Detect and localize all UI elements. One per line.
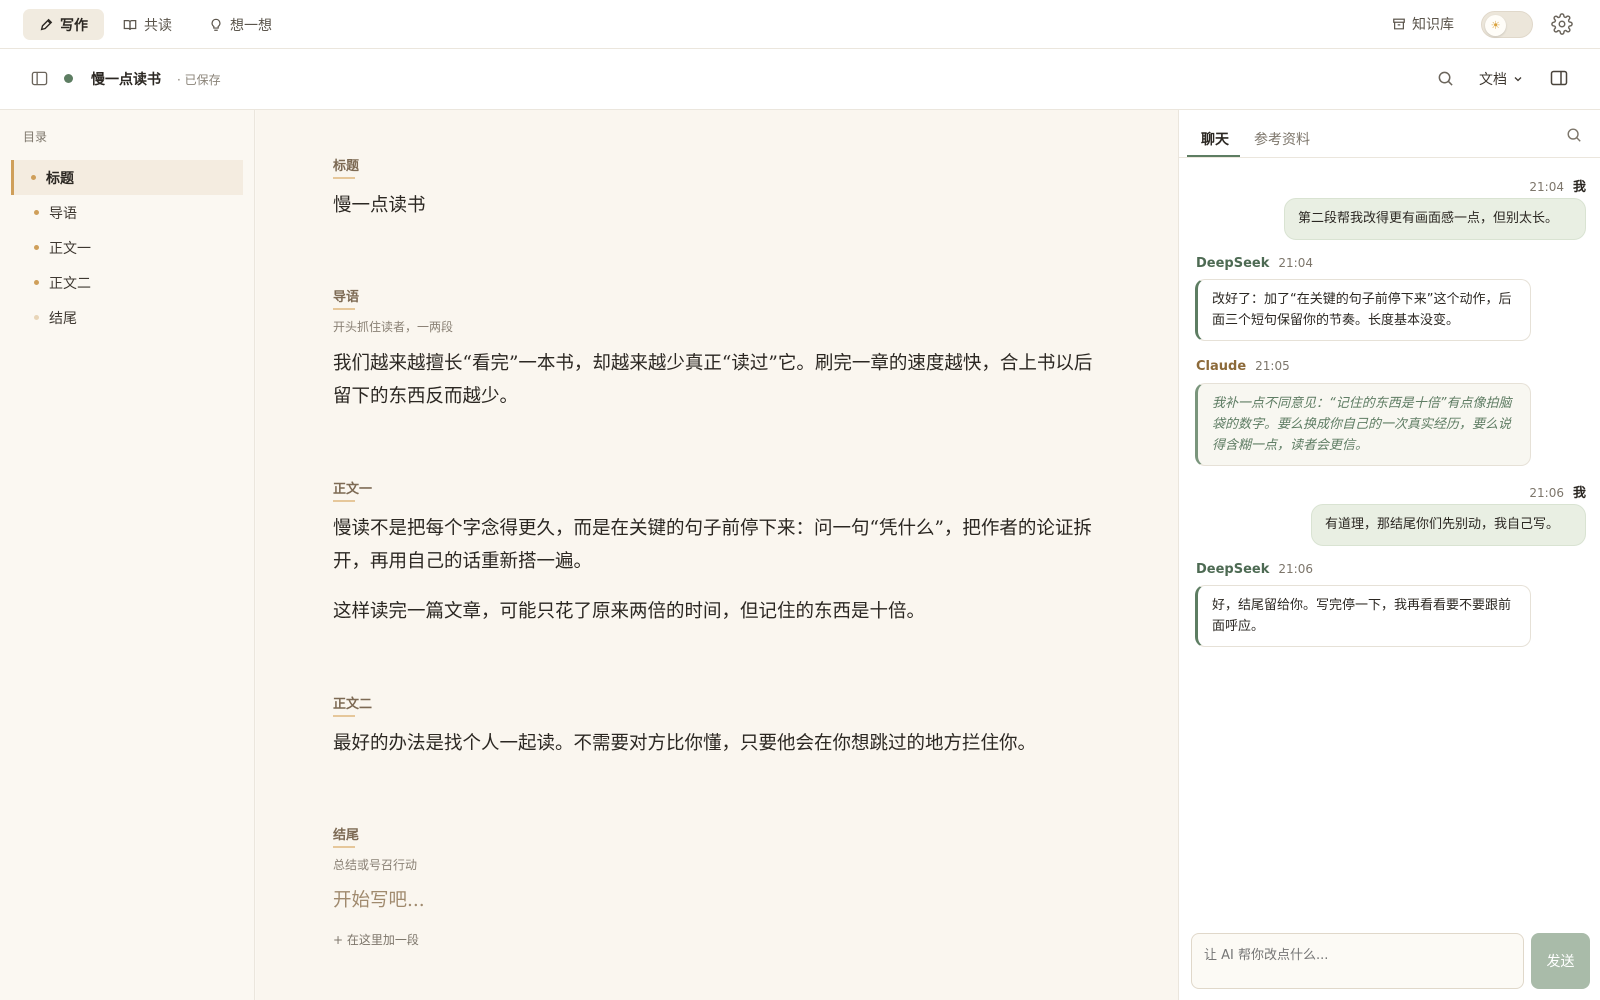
section-paragraph[interactable]: 慢一点读书: [333, 189, 1103, 222]
section-hint: 总结或号召行动: [333, 858, 418, 872]
pencil-icon: [40, 18, 53, 30]
tab-think[interactable]: 想一想: [193, 9, 288, 40]
chat-panel: 聊天 参考资料 21:04 我 第二段帮我改得更有画面感一点，但别太长。 Dee…: [1178, 110, 1600, 1000]
outline-item-body-one[interactable]: 正文一: [11, 230, 243, 265]
outline-item-label: 导语: [49, 205, 77, 222]
message-time: 21:04: [1529, 180, 1564, 194]
outline-dot: [34, 315, 39, 320]
ai-message: 好，结尾留给你。写完停一下，我再看看要不要跟前面呼应。: [1195, 585, 1531, 647]
outline-item-label: 标题: [46, 170, 74, 187]
send-button[interactable]: 发送: [1531, 933, 1590, 989]
knowledge-base-button[interactable]: 知识库: [1392, 12, 1454, 36]
outline-item-body-two[interactable]: 正文二: [11, 265, 243, 300]
message-meta: DeepSeek 21:04: [1196, 256, 1313, 271]
editor: 标题 慢一点读书 导语 开头抓住读者，一两段 我们越来越擅长“看完”一本书，却越…: [256, 110, 1178, 1000]
search-icon[interactable]: [1566, 127, 1582, 143]
message-sender: DeepSeek: [1196, 562, 1270, 577]
tab-write[interactable]: 写作: [23, 9, 104, 40]
outline-dot: [34, 280, 39, 285]
chat-input[interactable]: [1191, 933, 1524, 989]
message-sender: Claude: [1196, 359, 1247, 374]
section-label: 结尾: [333, 828, 360, 843]
knowledge-base-label: 知识库: [1412, 17, 1454, 33]
book-icon: [123, 19, 137, 30]
sun-icon: ☀: [1485, 15, 1506, 36]
message-meta: 21:06 我: [1529, 482, 1586, 501]
theme-toggle[interactable]: ☀: [1481, 11, 1533, 38]
tab-label: 共读: [144, 17, 172, 34]
section-label: 正文一: [333, 482, 373, 497]
tab-label: 想一想: [230, 17, 272, 34]
tab-label: 写作: [60, 17, 88, 34]
document-header: 慢一点读书 · 已保存 文档: [0, 49, 1600, 110]
user-message: 第二段帮我改得更有画面感一点，但别太长。: [1284, 198, 1586, 240]
section-paragraph[interactable]: 这样读完一篇文章，可能只花了原来两倍的时间，但记住的东西是十倍。: [333, 595, 1103, 628]
section-paragraph[interactable]: 慢读不是把每个字念得更久，而是在关键的句子前停下来：问一句“凭什么”，把作者的论…: [333, 512, 1103, 578]
outline-item-label: 正文二: [49, 275, 91, 292]
user-message: 有道理，那结尾你们先别动，我自己写。: [1311, 504, 1586, 546]
section-divider: [333, 500, 355, 502]
section-divider: [333, 715, 355, 717]
outline-dot: [34, 245, 39, 250]
save-status: · 已保存: [177, 73, 221, 87]
outline-item-label: 结尾: [49, 310, 77, 327]
message-meta: 21:04 我: [1529, 176, 1586, 195]
sidebar-toggle-icon[interactable]: [31, 70, 48, 87]
section-divider: [333, 846, 355, 848]
section-label: 标题: [333, 159, 360, 174]
message-meta: Claude 21:05: [1196, 359, 1290, 374]
view-mode-dropdown[interactable]: 文档: [1479, 69, 1523, 89]
tab-references[interactable]: 参考资料: [1254, 129, 1310, 149]
section-divider: [333, 308, 355, 310]
ending-placeholder[interactable]: 开始写吧...: [333, 884, 1103, 917]
chevron-down-icon: [1514, 77, 1522, 82]
message-sender: 我: [1572, 486, 1586, 501]
right-panel-toggle-icon[interactable]: [1550, 69, 1568, 87]
gear-icon[interactable]: [1551, 13, 1573, 35]
section-paragraph[interactable]: 最好的办法是找个人一起读。不需要对方比你懂，只要他会在你想跳过的地方拦住你。: [333, 727, 1103, 760]
active-tab-indicator: [1187, 155, 1240, 157]
section-divider: [333, 177, 355, 179]
ai-message: 我补一点不同意见：“记住的东西是十倍”有点像拍脑袋的数字。要么换成你自己的一次真…: [1195, 383, 1531, 466]
outline-item-label: 正文一: [49, 240, 91, 257]
view-mode-label: 文档: [1479, 72, 1507, 88]
outline-item-title[interactable]: 标题: [11, 160, 243, 195]
message-time: 21:05: [1255, 359, 1290, 373]
add-paragraph-button[interactable]: + 在这里加一段: [333, 931, 419, 948]
message-sender: 我: [1572, 180, 1586, 195]
tab-read-together[interactable]: 共读: [107, 9, 188, 40]
outline-item-intro[interactable]: 导语: [11, 195, 243, 230]
lightbulb-icon: [211, 18, 221, 31]
outline-dot: [34, 210, 39, 215]
search-icon[interactable]: [1437, 70, 1454, 87]
section-label: 正文二: [333, 697, 373, 712]
message-time: 21:04: [1278, 256, 1313, 270]
section-label: 导语: [333, 290, 360, 305]
message-meta: DeepSeek 21:06: [1196, 562, 1313, 577]
document-title[interactable]: 慢一点读书: [91, 69, 161, 89]
message-time: 21:06: [1278, 562, 1313, 576]
status-dot: [64, 74, 73, 83]
outline-heading: 目录: [23, 130, 48, 144]
section-paragraph[interactable]: 我们越来越擅长“看完”一本书，却越来越少真正“读过”它。刷完一章的速度越快，合上…: [333, 347, 1103, 413]
ai-message: 改好了：加了“在关键的句子前停下来”这个动作，后面三个短句保留你的节奏。长度基本…: [1195, 279, 1531, 341]
outline-item-ending[interactable]: 结尾: [11, 300, 243, 335]
top-bar: 写作 共读 想一想 知识库 ☀: [0, 0, 1600, 49]
archive-icon: [1393, 18, 1405, 30]
outline-sidebar: 目录 标题 导语 正文一 正文二 结尾: [0, 110, 255, 1000]
chat-tabs: 聊天 参考资料: [1179, 110, 1600, 158]
section-hint: 开头抓住读者，一两段: [333, 320, 454, 334]
tab-chat[interactable]: 聊天: [1201, 129, 1229, 149]
message-sender: DeepSeek: [1196, 256, 1270, 271]
outline-dot: [31, 175, 36, 180]
message-time: 21:06: [1529, 486, 1564, 500]
